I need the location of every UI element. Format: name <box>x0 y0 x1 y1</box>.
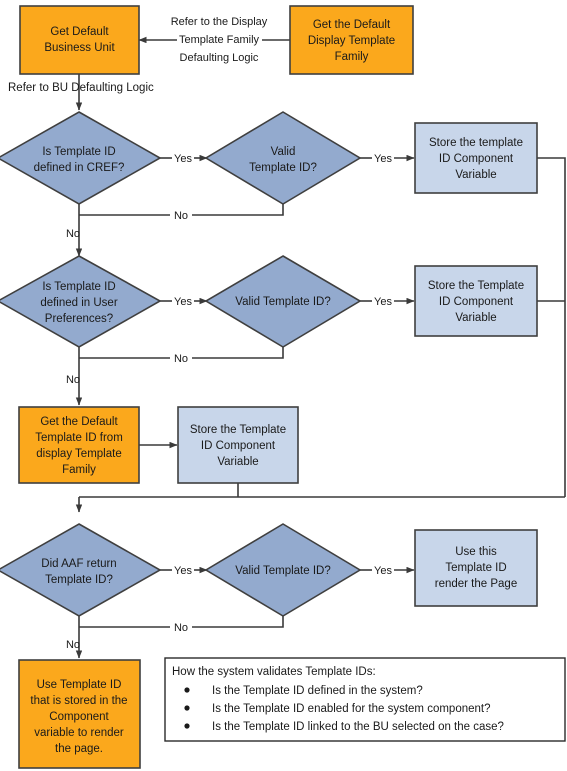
node-use-this-template-id-render-the-page[interactable]: Use this Template ID render the Page <box>414 529 538 607</box>
note-bullet: Is the Template ID enabled for the syste… <box>212 703 491 715</box>
node-store-the-template-id-component-variable-3[interactable]: Store the Template ID Component Variable <box>177 406 299 484</box>
node-label-line: Valid Template ID? <box>235 296 330 308</box>
node-label-line: Display Template <box>308 35 395 47</box>
node-valid-template-id-2[interactable]: Valid Template ID? <box>204 255 362 348</box>
node-label-line: display Template <box>36 448 121 460</box>
node-label-line: defined in CREF? <box>34 162 125 174</box>
node-label-line: Is Template ID <box>42 146 115 158</box>
node-get-the-default-template-id-from-display-template-family[interactable]: Get the Default Template ID from display… <box>18 406 140 484</box>
edge-label-no-horizontal-3: No <box>174 622 188 634</box>
node-label-line: that is stored in the <box>30 695 127 707</box>
node-label-line: render the Page <box>435 578 517 590</box>
node-label-line: Template ID from <box>35 432 123 444</box>
edge-v2-no-right <box>192 347 284 359</box>
node-label-line: Template ID? <box>45 574 113 586</box>
node-label-line: Family <box>335 51 369 63</box>
node-label-line: variable to render <box>34 727 124 739</box>
note-bullet: Is the Template ID linked to the BU sele… <box>212 721 504 733</box>
node-label-line: ID Component <box>201 440 276 452</box>
node-label-line: ID Component <box>439 296 514 308</box>
node-label-line: Use this <box>455 546 497 558</box>
node-label-line: Preferences? <box>45 313 113 325</box>
node-label-line: Family <box>62 464 96 476</box>
edge-label-line: Template Family <box>179 34 260 46</box>
node-label-line: Store the Template <box>428 280 524 292</box>
edge-label-no-down-1: No <box>66 228 80 240</box>
bullet-icon <box>184 723 190 729</box>
node-label-line: Get the Default <box>40 416 118 428</box>
edge-label-refer-bu-defaulting-logic: Refer to BU Defaulting Logic <box>8 82 154 94</box>
node-label-line: Get Default <box>50 26 109 38</box>
edge-label-no-down-3: No <box>66 639 80 651</box>
note-heading: How the system validates Template IDs: <box>172 666 376 678</box>
node-store-the-template-id-component-variable-1[interactable]: Store the template ID Component Variable <box>414 122 538 194</box>
edge-label-no-horizontal-1: No <box>174 210 188 222</box>
node-valid-template-id-1[interactable]: Valid Template ID? <box>204 111 362 205</box>
node-label-line: Valid Template ID? <box>235 565 330 577</box>
edge-v3-no-right <box>192 616 284 628</box>
node-valid-template-id-3[interactable]: Valid Template ID? <box>204 523 362 617</box>
edge-label-line: Defaulting Logic <box>180 52 259 64</box>
process-box[interactable] <box>19 5 140 75</box>
edge-label-yes-5: Yes <box>174 565 192 577</box>
node-did-aaf-return-template-id[interactable]: Did AAF return Template ID? <box>0 523 162 617</box>
edge-label-refer-display-template-family: Refer to the Display Template Family Def… <box>171 16 268 64</box>
node-label-line: Get the Default <box>313 19 391 31</box>
edge-label-no-horizontal-2: No <box>174 353 188 365</box>
edge-label-no-down-2: No <box>66 374 80 386</box>
node-label-line: defined in User <box>40 297 118 309</box>
edge-label-yes-2: Yes <box>374 153 392 165</box>
node-label-line: Variable <box>217 456 258 468</box>
node-get-the-default-display-template-family[interactable]: Get the Default Display Template Family <box>289 5 414 75</box>
edge-label-yes-6: Yes <box>374 565 392 577</box>
node-label-line: Valid <box>271 146 296 158</box>
node-label-line: Store the Template <box>190 424 286 436</box>
edge-label-yes-3: Yes <box>174 296 192 308</box>
node-label-line: Template ID <box>445 562 506 574</box>
node-label-line: Store the template <box>429 137 523 149</box>
node-label-line: Component <box>49 711 109 723</box>
note-bullet: Is the Template ID defined in the system… <box>212 685 423 697</box>
bullet-icon <box>184 687 190 693</box>
edge-store1-right-bus <box>537 157 566 301</box>
node-is-template-id-defined-in-user-preferences[interactable]: Is Template ID defined in User Preferenc… <box>0 255 162 348</box>
node-label-line: Variable <box>455 312 496 324</box>
node-label-line: Template ID? <box>249 162 317 174</box>
node-label-line: Variable <box>455 169 496 181</box>
node-store-the-template-id-component-variable-2[interactable]: Store the Template ID Component Variable <box>414 265 538 337</box>
node-label-line: Did AAF return <box>41 558 116 570</box>
bullet-icon <box>184 705 190 711</box>
flowchart-canvas: Get Default Business Unit Get the Defaul… <box>0 5 566 769</box>
node-label-line: Business Unit <box>44 42 115 54</box>
edge-label-line: Refer to the Display <box>171 16 268 28</box>
validation-note-box: How the system validates Template IDs: I… <box>164 657 566 742</box>
node-use-template-id-stored-in-component-variable[interactable]: Use Template ID that is stored in the Co… <box>18 659 141 769</box>
edge-label-yes-1: Yes <box>174 153 192 165</box>
node-label-line: Is Template ID <box>42 281 115 293</box>
edge-label-yes-4: Yes <box>374 296 392 308</box>
edge-v1-no-right <box>192 204 284 216</box>
node-label-line: Use Template ID <box>37 679 122 691</box>
node-label-line: ID Component <box>439 153 514 165</box>
node-label-line: the page. <box>55 743 103 755</box>
node-get-default-business-unit[interactable]: Get Default Business Unit <box>19 5 140 75</box>
node-is-template-id-defined-in-cref[interactable]: Is Template ID defined in CREF? <box>0 111 162 205</box>
